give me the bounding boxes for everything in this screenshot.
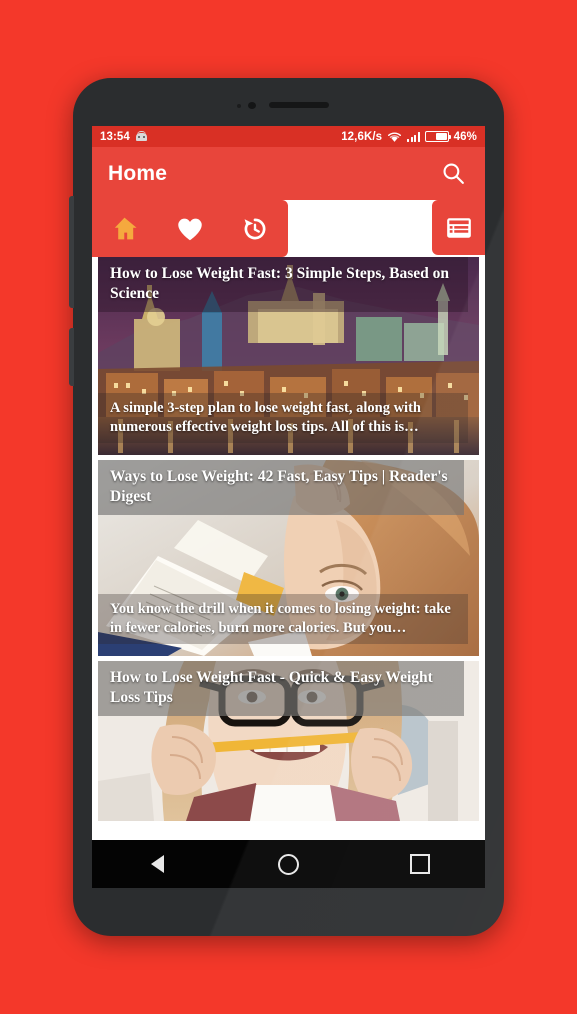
android-nav-bar bbox=[92, 840, 485, 888]
card-title: How to Lose Weight Fast: 3 Simple Steps,… bbox=[98, 257, 468, 313]
earpiece-speaker bbox=[269, 102, 329, 108]
back-triangle-icon bbox=[151, 855, 164, 873]
tab-home[interactable] bbox=[98, 200, 152, 257]
status-bar-left: 13:54 bbox=[100, 130, 148, 143]
power-button[interactable] bbox=[69, 196, 74, 308]
article-card[interactable]: How to Lose Weight Fast: 3 Simple Steps,… bbox=[98, 257, 479, 455]
phone-device-frame: 13:54 12,6K/s 46% Home How to Lose Weigh… bbox=[69, 78, 504, 936]
menu-button[interactable] bbox=[432, 200, 485, 255]
front-camera bbox=[248, 102, 256, 109]
nav-home-button[interactable] bbox=[259, 840, 319, 888]
status-bar: 13:54 12,6K/s 46% bbox=[92, 126, 485, 147]
status-time: 13:54 bbox=[100, 130, 130, 143]
app-bar: Home bbox=[92, 147, 485, 200]
status-bar-right: 12,6K/s 46% bbox=[341, 131, 477, 143]
proximity-sensor bbox=[237, 104, 241, 108]
list-article-icon bbox=[446, 217, 471, 238]
signal-bars-icon bbox=[407, 131, 420, 142]
article-feed: How to Lose Weight Fast: 3 Simple Steps,… bbox=[92, 257, 485, 840]
page-title: Home bbox=[108, 161, 168, 185]
search-button[interactable] bbox=[437, 158, 469, 190]
home-icon bbox=[114, 217, 137, 240]
tab-group bbox=[92, 200, 288, 257]
home-circle-icon bbox=[278, 853, 299, 875]
phone-top-bezel bbox=[73, 78, 504, 126]
volume-button[interactable] bbox=[69, 328, 74, 386]
nav-back-button[interactable] bbox=[128, 840, 188, 888]
phone-screen: 13:54 12,6K/s 46% Home How to Lose Weigh… bbox=[92, 126, 485, 888]
tab-strip bbox=[92, 200, 485, 257]
recents-square-icon bbox=[409, 854, 430, 874]
android-robot-icon bbox=[135, 130, 148, 143]
history-icon bbox=[244, 218, 266, 239]
tab-favorites[interactable] bbox=[163, 200, 217, 257]
battery-icon bbox=[424, 131, 452, 142]
battery-percent-label: 46% bbox=[453, 130, 477, 143]
card-description: A simple 3-step plan to lose weight fast… bbox=[98, 393, 468, 443]
network-speed-label: 12,6K/s bbox=[341, 130, 383, 143]
article-card[interactable]: Ways to Lose Weight: 42 Fast, Easy Tips … bbox=[98, 460, 479, 656]
tab-history[interactable] bbox=[228, 200, 282, 257]
search-icon bbox=[443, 163, 464, 184]
card-description: You know the drill when it comes to losi… bbox=[98, 594, 468, 644]
card-title: Ways to Lose Weight: 42 Fast, Easy Tips … bbox=[98, 460, 464, 516]
wifi-icon bbox=[387, 131, 402, 143]
article-card[interactable]: How to Lose Weight Fast - Quick & Easy W… bbox=[98, 661, 479, 821]
heart-icon bbox=[178, 218, 202, 240]
card-title: How to Lose Weight Fast - Quick & Easy W… bbox=[98, 661, 464, 717]
nav-recents-button[interactable] bbox=[390, 840, 450, 888]
